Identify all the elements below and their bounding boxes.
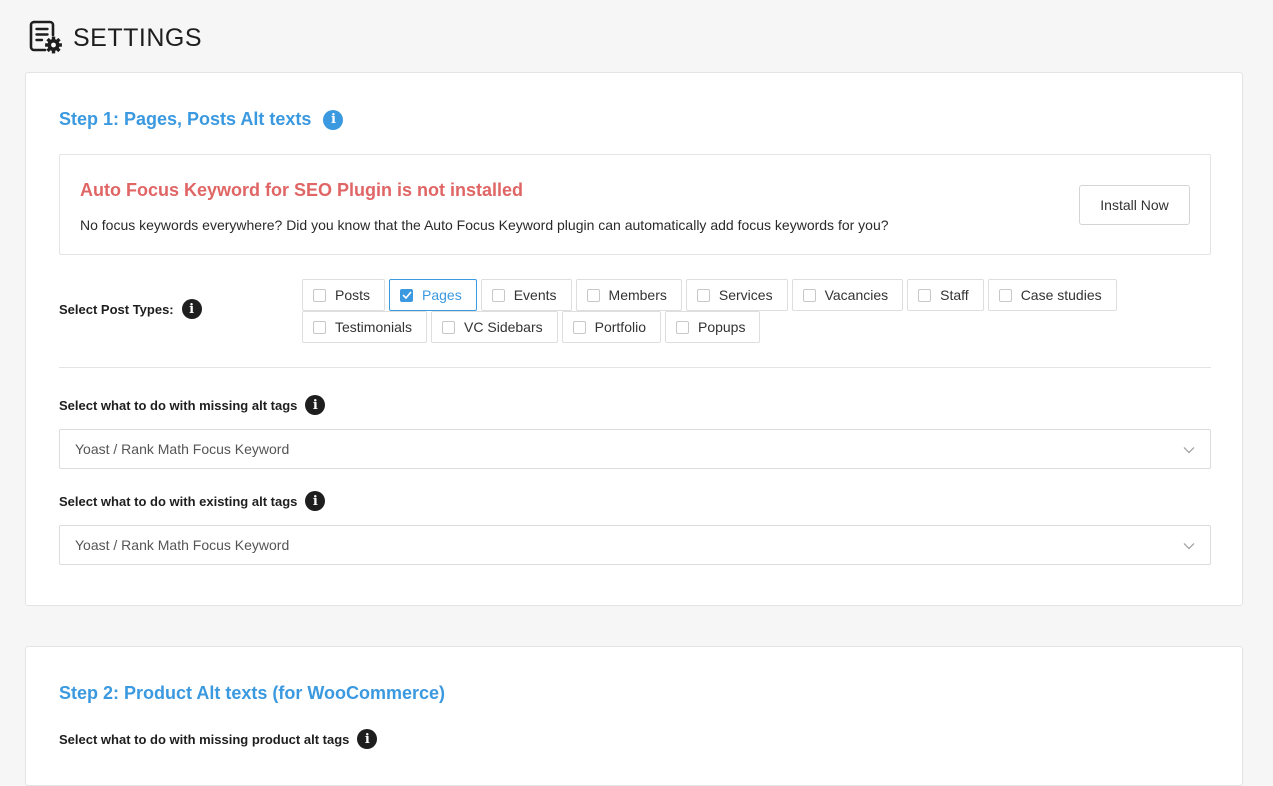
post-type-option[interactable]: Case studies xyxy=(987,279,1117,311)
info-icon[interactable]: i xyxy=(181,299,202,319)
info-icon[interactable]: i xyxy=(357,729,378,749)
post-type-label: Events xyxy=(513,287,557,303)
post-type-label: Staff xyxy=(940,287,969,303)
post-type-label: Portfolio xyxy=(594,319,646,335)
step2-title: Step 2: Product Alt texts (for WooCommer… xyxy=(59,683,446,703)
post-type-label: Testimonials xyxy=(335,319,413,335)
missing-alt-select-value: Yoast / Rank Math Focus Keyword xyxy=(75,441,290,457)
post-type-option[interactable]: Testimonials xyxy=(302,311,428,343)
post-type-checkbox[interactable] xyxy=(675,320,689,334)
post-types-label-text: Select Post Types: xyxy=(59,301,174,317)
missing-alt-label: Select what to do with missing alt tags … xyxy=(59,395,326,415)
checkmark-icon xyxy=(401,291,412,299)
settings-document-icon xyxy=(28,18,64,59)
post-type-label: Case studies xyxy=(1020,287,1102,303)
post-type-checkbox[interactable] xyxy=(572,320,586,334)
post-type-option[interactable]: VC Sidebars xyxy=(431,311,558,343)
post-type-label: Vacancies xyxy=(824,287,889,303)
missing-product-alt-label-text: Select what to do with missing product a… xyxy=(59,731,350,747)
post-type-option[interactable]: Popups xyxy=(664,311,761,343)
post-type-option[interactable]: Posts xyxy=(302,279,386,311)
post-type-checkbox[interactable] xyxy=(586,288,600,302)
post-type-option[interactable]: Services xyxy=(685,279,788,311)
step1-title-text: Step 1: Pages, Posts Alt texts xyxy=(59,109,312,129)
post-type-label: Posts xyxy=(335,287,371,303)
install-now-button[interactable]: Install Now xyxy=(1079,185,1190,225)
step2-card: Step 2: Product Alt texts (for WooCommer… xyxy=(25,646,1243,786)
step1-card: Step 1: Pages, Posts Alt texts i Auto Fo… xyxy=(25,72,1243,606)
notice-title: Auto Focus Keyword for SEO Plugin is not… xyxy=(80,180,524,200)
post-type-list: Posts Pages Events Members Services Vacancies… xyxy=(302,279,1132,343)
chevron-down-icon xyxy=(1183,537,1195,553)
existing-alt-label-text: Select what to do with existing alt tags xyxy=(59,493,298,509)
post-types-label: Select Post Types: i xyxy=(59,299,202,319)
post-type-checkbox[interactable] xyxy=(918,288,932,302)
section-divider xyxy=(59,367,1211,368)
post-type-checkbox[interactable] xyxy=(313,320,326,334)
post-type-checkbox[interactable] xyxy=(696,288,710,302)
post-type-label: Popups xyxy=(697,319,746,335)
existing-alt-select[interactable]: Yoast / Rank Math Focus Keyword xyxy=(59,525,1211,565)
post-type-label: VC Sidebars xyxy=(464,319,543,335)
missing-alt-label-text: Select what to do with missing alt tags xyxy=(59,397,298,413)
post-type-option[interactable]: Staff xyxy=(907,279,984,311)
post-type-label: Members xyxy=(608,287,667,303)
post-type-checkbox[interactable] xyxy=(802,288,816,302)
post-type-checkbox[interactable] xyxy=(998,288,1012,302)
chevron-down-icon xyxy=(1183,441,1195,457)
post-type-label: Services xyxy=(718,287,773,303)
post-type-checkbox[interactable] xyxy=(442,320,456,334)
page-header: SETTINGS xyxy=(28,18,202,59)
post-type-option[interactable]: Vacancies xyxy=(791,279,904,311)
info-icon[interactable]: i xyxy=(305,395,326,415)
post-type-checkbox[interactable] xyxy=(400,288,414,302)
post-type-checkbox[interactable] xyxy=(313,288,326,302)
post-type-option[interactable]: Pages xyxy=(389,279,477,311)
post-type-option[interactable]: Members xyxy=(575,279,682,311)
info-icon[interactable]: i xyxy=(305,491,326,511)
missing-product-alt-label: Select what to do with missing product a… xyxy=(59,729,378,749)
page-title: SETTINGS xyxy=(73,24,203,52)
missing-alt-select[interactable]: Yoast / Rank Math Focus Keyword xyxy=(59,429,1211,469)
info-icon[interactable]: i xyxy=(323,109,344,130)
post-type-label: Pages xyxy=(422,287,462,303)
existing-alt-select-value: Yoast / Rank Math Focus Keyword xyxy=(75,537,290,553)
post-type-option[interactable]: Portfolio xyxy=(561,311,661,343)
post-type-option[interactable]: Events xyxy=(480,279,572,311)
notice-text: No focus keywords everywhere? Did you kn… xyxy=(80,217,889,233)
post-type-checkbox[interactable] xyxy=(491,288,505,302)
step1-title: Step 1: Pages, Posts Alt texts i xyxy=(59,109,344,130)
plugin-notice: Auto Focus Keyword for SEO Plugin is not… xyxy=(59,154,1211,255)
existing-alt-label: Select what to do with existing alt tags… xyxy=(59,491,326,511)
